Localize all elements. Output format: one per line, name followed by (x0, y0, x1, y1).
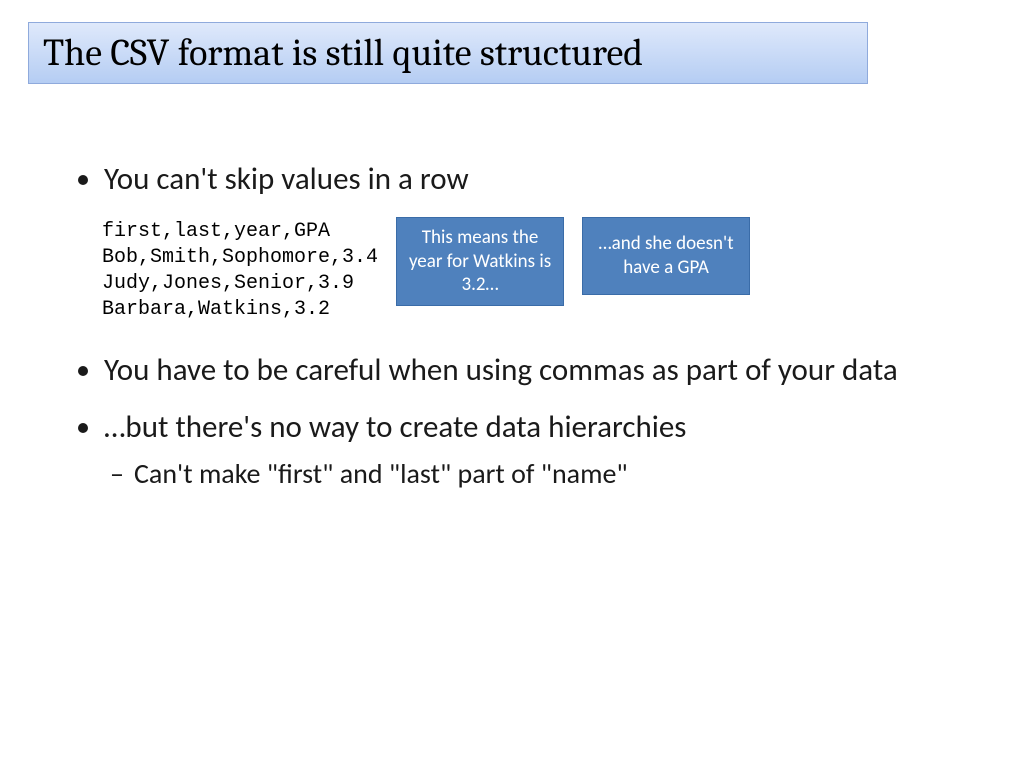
csv-code-sample: first,last,year,GPA Bob,Smith,Sophomore,… (102, 217, 378, 325)
bullet-3: …but there's no way to create data hiera… (104, 408, 952, 493)
slide-title: The CSV format is still quite structured (28, 22, 868, 84)
bullet-3-sub-1: Can't make "first" and "last" part of "n… (134, 456, 952, 492)
example-row: first,last,year,GPA Bob,Smith,Sophomore,… (102, 217, 952, 325)
callout-gpa: …and she doesn't have a GPA (582, 217, 750, 295)
bullet-1: You can't skip values in a row (104, 160, 952, 199)
bullet-3-text: …but there's no way to create data hiera… (104, 408, 686, 446)
callout-year: This means the year for Watkins is 3.2… (396, 217, 564, 306)
slide-body: You can't skip values in a row first,las… (72, 160, 952, 511)
bullet-2: You have to be careful when using commas… (104, 351, 952, 390)
